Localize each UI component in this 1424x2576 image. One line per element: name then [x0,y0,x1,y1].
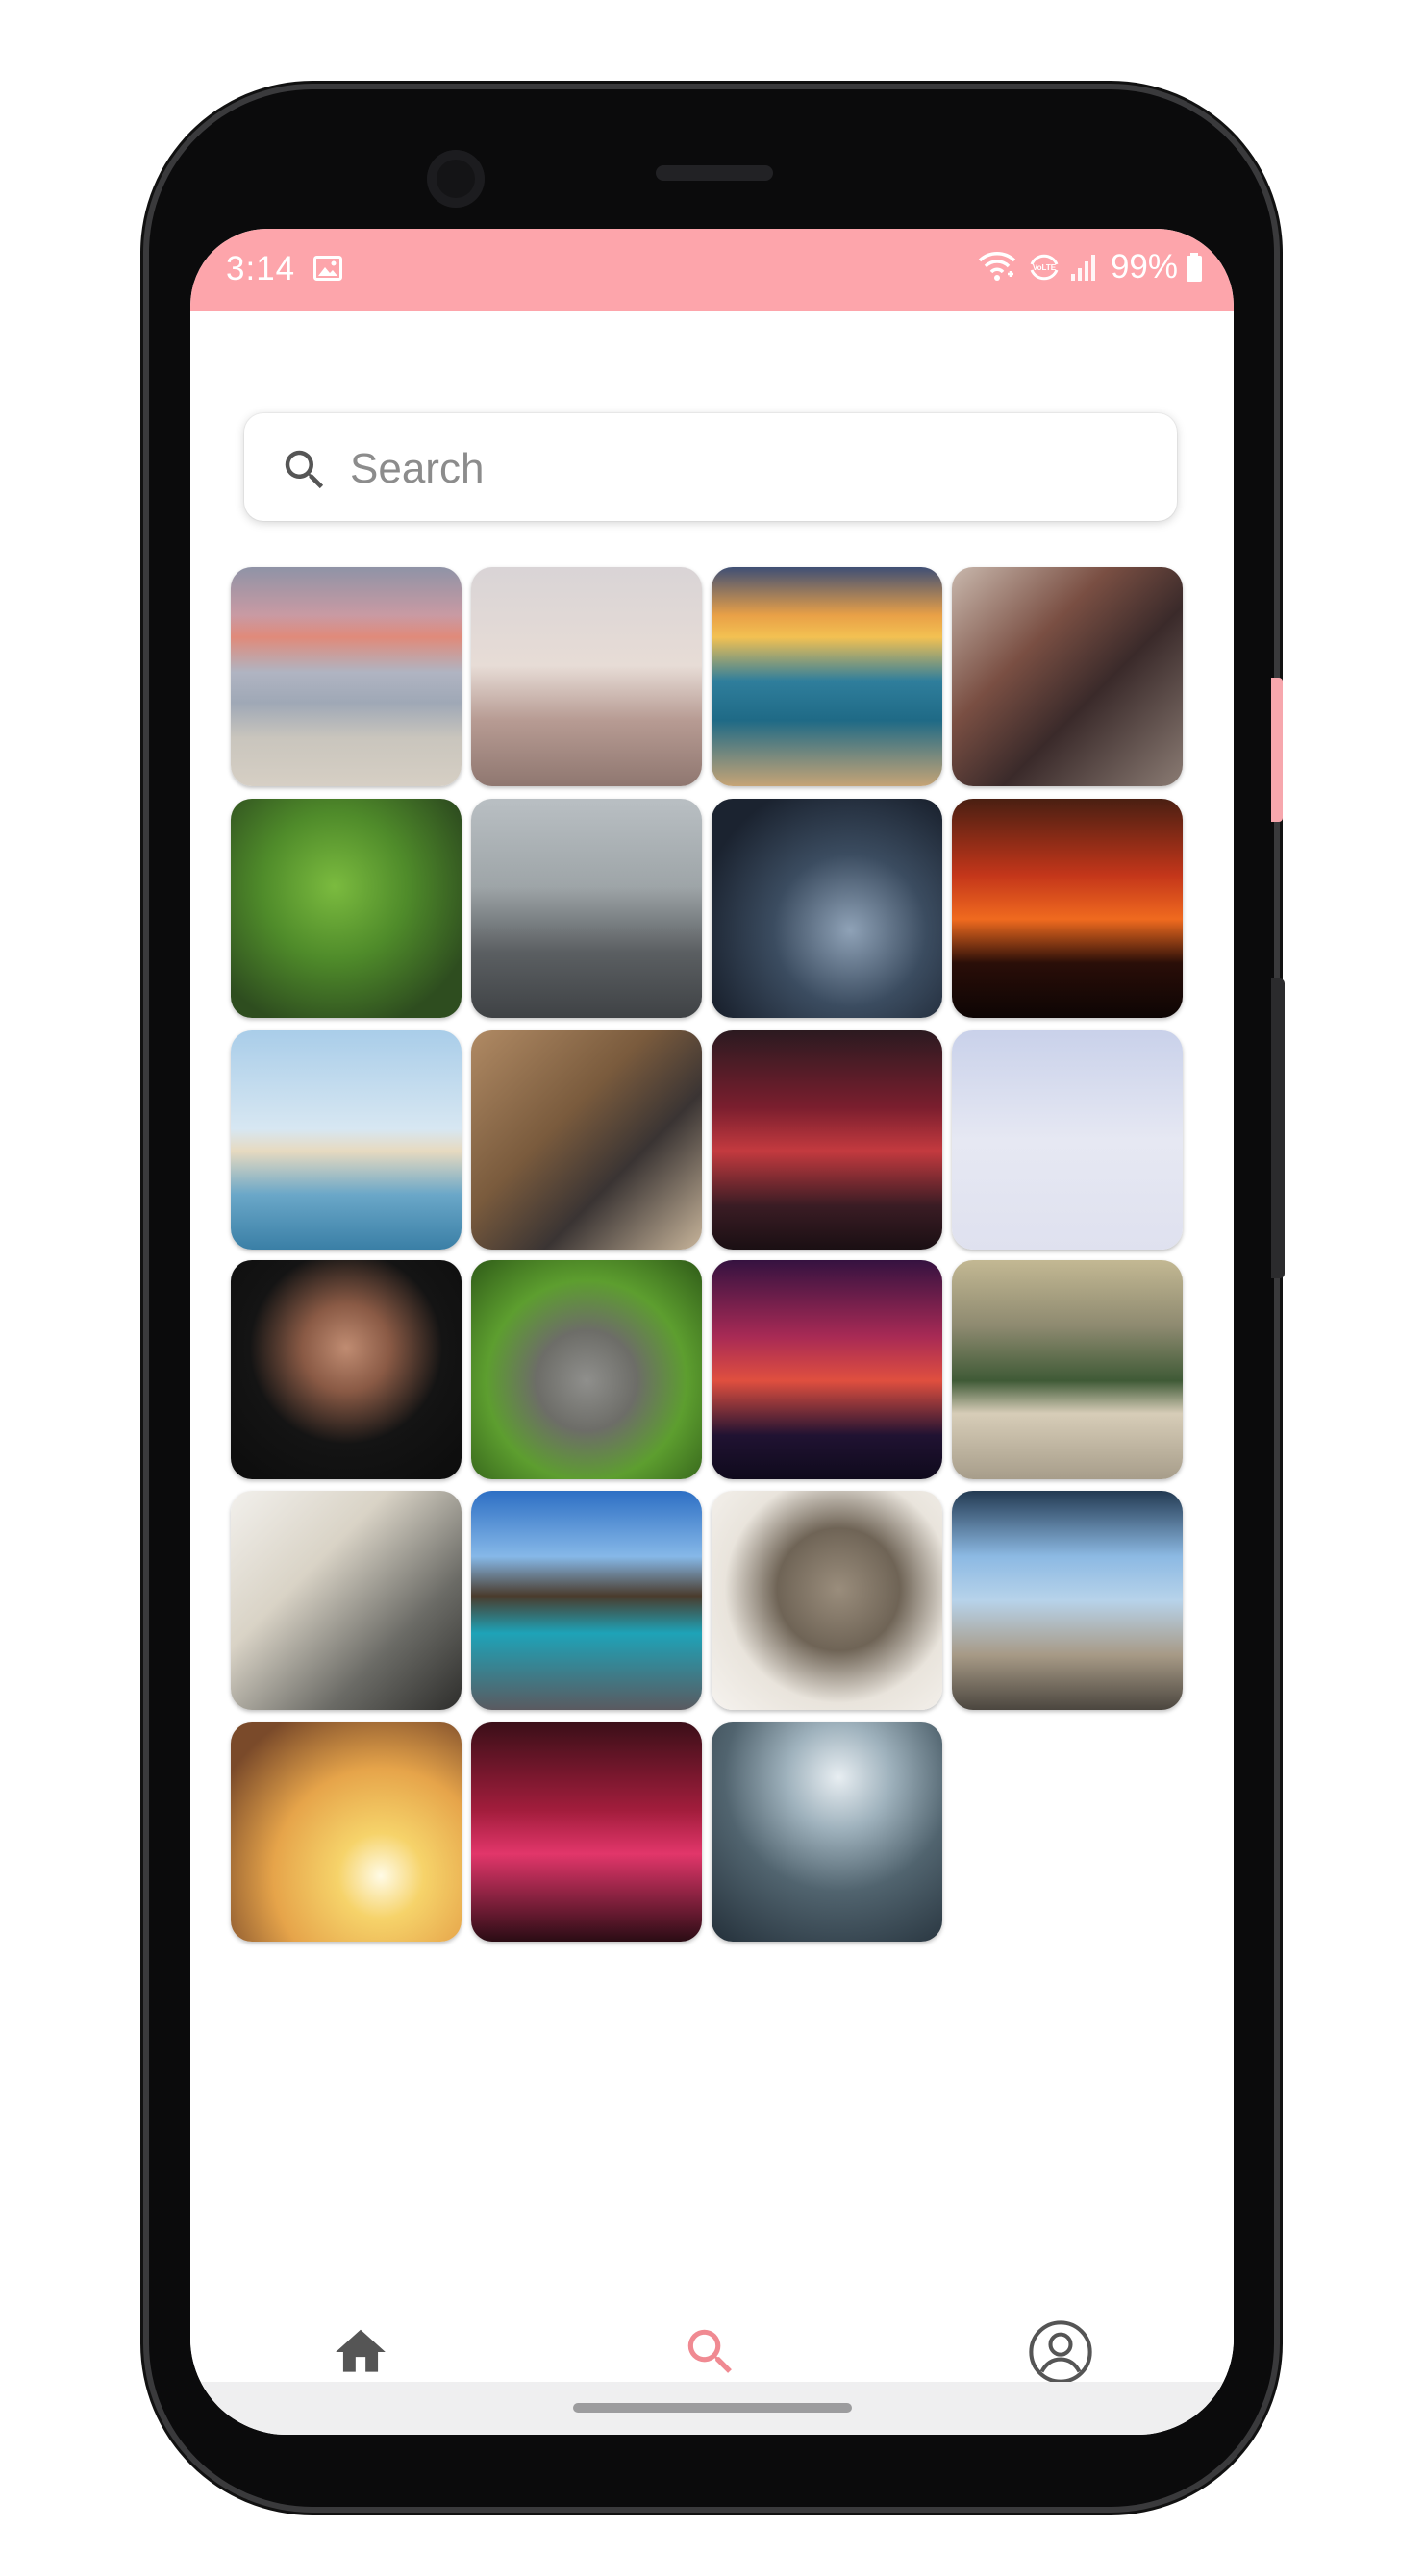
signal-icon [1070,255,1095,281]
front-camera [427,150,485,208]
photo-cyclist-silhouette-sunset[interactable] [951,798,1183,1018]
photo-sailing-ship[interactable] [231,1029,462,1250]
photo-thumbnail-image [711,1722,942,1943]
svg-text:VoLTE: VoLTE [1033,263,1057,272]
photo-beach-palm-sunset-clouds[interactable] [231,567,462,786]
photo-thumbnail-image [470,1029,702,1250]
account-icon [1029,2320,1092,2384]
photo-thumbnail-image [231,1491,462,1711]
phone-frame: 3:14 VoLTE 99% Search [149,89,1274,2507]
photo-vintage-cameras-map[interactable] [470,1029,702,1250]
photo-thumbnail-image [951,567,1183,786]
battery-percent: 99% [1110,248,1178,285]
search-icon [285,450,324,489]
photo-ocean-waves-sunset[interactable] [711,567,942,786]
photo-tropical-beach-palms[interactable] [951,1491,1183,1711]
photo-thumbnail-image [231,1259,462,1479]
photo-thumbnail-image [951,798,1183,1018]
volte-icon: VoLTE [1030,254,1059,281]
photo-thumbnail-image [231,1029,462,1250]
photo-thumbnail-image [711,567,942,786]
photo-thumbnail-image [470,1259,702,1479]
photo-thumbnail-image [711,1259,942,1479]
photo-elephant-in-forest[interactable] [711,1722,942,1943]
photo-city-road-through-fence[interactable] [711,798,942,1018]
photo-thumbnail-image [951,1491,1183,1711]
photo-thumbnail-image [470,567,702,786]
photo-woman-silhouette-sunset[interactable] [231,1722,462,1943]
photo-tree-at-sunset[interactable] [711,1259,942,1479]
earpiece-speaker [656,165,773,181]
photo-rainy-neon-alley-umbrella[interactable] [470,1722,702,1943]
photo-thumbnail-image [711,1491,942,1711]
photo-moss-statues[interactable] [231,798,462,1018]
search-bar[interactable] [244,413,1177,521]
photo-thumbnail-image [711,798,942,1018]
search-input[interactable] [348,436,1140,502]
photo-vintage-motorcycle[interactable] [470,798,702,1018]
photo-woman-white-horse[interactable] [231,1491,462,1711]
photo-overwater-bungalows[interactable] [470,1491,702,1711]
photo-thumbnail-image [231,567,462,786]
home-icon [336,2329,386,2372]
photo-thumbnail-image [470,1722,702,1943]
photo-neon-city-street-night[interactable] [711,1029,942,1250]
home-gesture-pill[interactable] [573,2403,852,2413]
power-button [1271,978,1285,1278]
photo-woman-in-niqab[interactable] [231,1259,462,1479]
photo-thumbnail-image [711,1029,942,1250]
photo-thumbnail-image [951,1259,1183,1479]
wifi-calling-icon [978,252,1016,281]
photo-thumbnail-image [231,1722,462,1943]
photo-woman-on-pier-lake[interactable] [951,1259,1183,1479]
photo-bookstore-stacks[interactable] [951,567,1183,786]
photo-kitten-grass[interactable] [470,1259,702,1479]
photo-thumbnail-image [951,1029,1183,1250]
photo-arctic-fox-snow[interactable] [951,1029,1183,1250]
photo-woman-sitting-on-rock[interactable] [470,567,702,786]
battery-icon [1187,253,1202,282]
status-bar: 3:14 VoLTE 99% [190,229,1234,311]
volume-button [1271,678,1283,822]
photo-thumbnail-image [231,798,462,1018]
app-screen: 3:14 VoLTE 99% Search [190,229,1234,2435]
image-icon [313,256,342,281]
status-time: 3:14 [226,250,296,287]
search-icon [687,2329,732,2373]
photo-thumbnail-image [470,798,702,1018]
photo-thumbnail-image [470,1491,702,1711]
photo-hedgehog[interactable] [711,1491,942,1711]
status-right: VoLTE 99% [976,248,1203,286]
